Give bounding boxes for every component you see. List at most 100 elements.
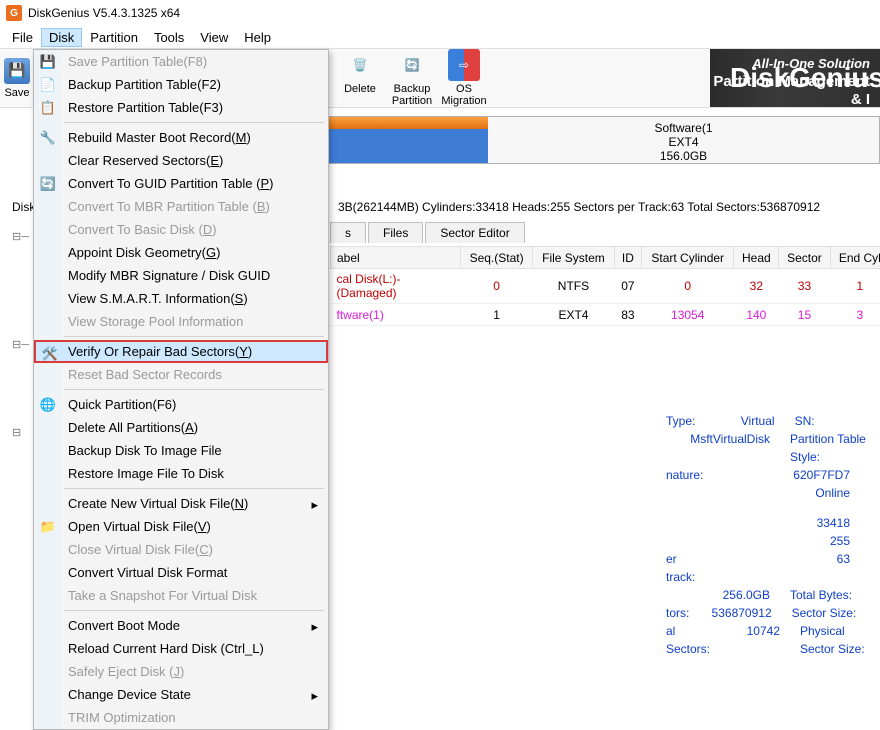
col-end-cyl[interactable]: End Cyl bbox=[830, 247, 880, 269]
menu-convert-mbr[interactable]: Convert To MBR Partition Table (B) bbox=[34, 195, 328, 218]
menu-quick-partition[interactable]: 🌐 Quick Partition(F6) bbox=[34, 393, 328, 416]
detail-total-bytes-label: Total Bytes: bbox=[790, 586, 870, 604]
detail-tors-label: tors: bbox=[666, 604, 689, 622]
menu-restore-partition-table[interactable]: 📋 Restore Partition Table(F3) bbox=[34, 96, 328, 119]
col-label[interactable]: abel bbox=[331, 247, 461, 269]
menu-convert-basic[interactable]: Convert To Basic Disk (D) bbox=[34, 218, 328, 241]
tab-partitions-partial[interactable]: s bbox=[330, 222, 366, 243]
menu-modify-mbr-sig[interactable]: Modify MBR Signature / Disk GUID bbox=[34, 264, 328, 287]
menu-open-virtual-disk[interactable]: 📁 Open Virtual Disk File(V) bbox=[34, 515, 328, 538]
menu-rebuild-mbr[interactable]: 🔧 Rebuild Master Boot Record(M) bbox=[34, 126, 328, 149]
disk-details-panel: Type: Virtual SN: MsftVirtualDisk Partit… bbox=[660, 392, 876, 664]
os-migration-label: OS Migration bbox=[440, 83, 488, 107]
col-fs[interactable]: File System bbox=[533, 247, 615, 269]
brand-banner: DiskGenius All-In-One Solution Partition… bbox=[490, 49, 880, 107]
detail-al-sectors-value: 10742 bbox=[710, 622, 800, 658]
menu-partition[interactable]: Partition bbox=[82, 28, 146, 47]
detail-tors-value: 536870912 bbox=[689, 604, 791, 622]
detail-type-value: Virtual bbox=[695, 412, 794, 430]
menu-view[interactable]: View bbox=[192, 28, 236, 47]
menu-take-snapshot[interactable]: Take a Snapshot For Virtual Disk bbox=[34, 584, 328, 607]
toolbar-save-button[interactable]: Save bbox=[0, 48, 34, 108]
restore-icon: 📋 bbox=[39, 99, 57, 117]
repair-icon: 🔧 bbox=[39, 129, 57, 147]
detail-sn-label: SN: bbox=[795, 412, 870, 430]
col-sector[interactable]: Sector bbox=[779, 247, 830, 269]
convert-icon: 🔄 bbox=[39, 175, 57, 193]
col-id[interactable]: ID bbox=[614, 247, 641, 269]
folder-icon: 📁 bbox=[39, 518, 57, 536]
menu-disk[interactable]: Disk bbox=[41, 28, 82, 47]
menu-reload-hard-disk[interactable]: Reload Current Hard Disk (Ctrl_L) bbox=[34, 637, 328, 660]
col-start-cyl[interactable]: Start Cylinder bbox=[642, 247, 734, 269]
tree-node-icon[interactable]: ⊟─ bbox=[12, 338, 29, 351]
toolbar-backup-partition-button[interactable]: 🔄 Backup Partition bbox=[386, 45, 438, 111]
col-seq[interactable]: Seq.(Stat) bbox=[461, 247, 533, 269]
disk-menu-dropdown: 💾 Save Partition Table(F8) 📄 Backup Part… bbox=[33, 49, 329, 730]
menu-restore-disk-image[interactable]: Restore Image File To Disk bbox=[34, 462, 328, 485]
detail-sector-size-label: Sector Size: bbox=[792, 604, 870, 622]
toolbar-delete-button[interactable]: 🗑️ Delete bbox=[334, 45, 386, 111]
menu-clear-reserved-sectors[interactable]: Clear Reserved Sectors(E) bbox=[34, 149, 328, 172]
menu-view-smart[interactable]: View S.M.A.R.T. Information(S) bbox=[34, 287, 328, 310]
menu-verify-repair-bad-sectors[interactable]: 🛠️ Verify Or Repair Bad Sectors(Y) bbox=[34, 340, 328, 363]
detail-heads-value: 255 bbox=[701, 532, 870, 550]
menu-appoint-geometry[interactable]: Appoint Disk Geometry(G) bbox=[34, 241, 328, 264]
tools-icon: 🛠️ bbox=[41, 345, 59, 363]
detail-nature-label: nature: bbox=[666, 466, 703, 484]
menu-help[interactable]: Help bbox=[236, 28, 279, 47]
backup-partition-label: Backup Partition bbox=[388, 83, 436, 107]
menu-safely-eject[interactable]: Safely Eject Disk (J) bbox=[34, 660, 328, 683]
menu-backup-partition-table[interactable]: 📄 Backup Partition Table(F2) bbox=[34, 73, 328, 96]
menu-file[interactable]: File bbox=[4, 28, 41, 47]
save-icon: 💾 bbox=[39, 53, 57, 71]
detail-cyl-value: 33418 bbox=[701, 514, 870, 532]
save-icon bbox=[4, 58, 30, 84]
globe-icon: 🌐 bbox=[39, 396, 57, 414]
detail-pts-label: Partition Table Style: bbox=[790, 430, 870, 466]
tree-node-icon[interactable]: ⊟ bbox=[12, 426, 21, 439]
detail-track-label: er track: bbox=[666, 550, 701, 586]
chevron-right-icon: ▸ bbox=[311, 619, 318, 635]
detail-nature-value: 620F7FD7 bbox=[703, 466, 870, 484]
menu-reset-bad-sectors[interactable]: Reset Bad Sector Records bbox=[34, 363, 328, 386]
col-head[interactable]: Head bbox=[734, 247, 779, 269]
menu-change-device-state[interactable]: Change Device State ▸ bbox=[34, 683, 328, 706]
detail-model-value: MsftVirtualDisk bbox=[686, 430, 790, 466]
toolbar-os-migration-button[interactable]: ⇨ OS Migration bbox=[438, 45, 490, 111]
disk-info-line: 3B(262144MB) Cylinders:33418 Heads:255 S… bbox=[334, 196, 820, 218]
window-title: DiskGenius V5.4.3.1325 x64 bbox=[28, 6, 180, 20]
tab-sector-editor[interactable]: Sector Editor bbox=[425, 222, 524, 243]
partition-seg2-fs: EXT4 bbox=[488, 135, 879, 149]
detail-phys-sector-label: Physical Sector Size: bbox=[800, 622, 870, 658]
menu-convert-virtual-format[interactable]: Convert Virtual Disk Format bbox=[34, 561, 328, 584]
menu-trim-optimization[interactable]: TRIM Optimization bbox=[34, 706, 328, 729]
partition-seg2-size: 156.0GB bbox=[488, 149, 879, 163]
menu-delete-all-partitions[interactable]: Delete All Partitions(A) bbox=[34, 416, 328, 439]
detail-status-value: Online bbox=[701, 484, 870, 502]
menu-backup-disk-image[interactable]: Backup Disk To Image File bbox=[34, 439, 328, 462]
menu-create-virtual-disk[interactable]: Create New Virtual Disk File(N) ▸ bbox=[34, 492, 328, 515]
menu-tools[interactable]: Tools bbox=[146, 28, 192, 47]
disk-label-left: Disk bbox=[8, 196, 35, 218]
menu-save-partition-table[interactable]: 💾 Save Partition Table(F8) bbox=[34, 50, 328, 73]
menu-convert-boot-mode[interactable]: Convert Boot Mode ▸ bbox=[34, 614, 328, 637]
menu-convert-guid[interactable]: 🔄 Convert To GUID Partition Table (P) bbox=[34, 172, 328, 195]
brand-tagline-1: All-In-One Solution bbox=[710, 55, 870, 73]
tree-node-icon[interactable]: ⊟─ bbox=[12, 230, 29, 243]
partition-table: abel Seq.(Stat) File System ID Start Cyl… bbox=[330, 246, 880, 326]
trash-icon: 🗑️ bbox=[344, 49, 376, 81]
brand-tagline-2: Partition Management & I bbox=[710, 73, 870, 107]
chevron-right-icon: ▸ bbox=[311, 688, 318, 704]
detail-al-sectors-label: al Sectors: bbox=[666, 622, 710, 658]
title-bar: G DiskGenius V5.4.3.1325 x64 bbox=[0, 0, 880, 26]
menu-view-storage-pool[interactable]: View Storage Pool Information bbox=[34, 310, 328, 333]
detail-cap-value: 256.0GB bbox=[686, 586, 790, 604]
backup-icon: 🔄 bbox=[396, 49, 428, 81]
detail-type-label: Type: bbox=[666, 412, 695, 430]
table-row[interactable]: ftware(1) 1 EXT4 83 13054 140 15 3 bbox=[331, 304, 880, 326]
table-row[interactable]: cal Disk(L:)-(Damaged) 0 NTFS 07 0 32 33… bbox=[331, 269, 880, 304]
menu-close-virtual-disk[interactable]: Close Virtual Disk File(C) bbox=[34, 538, 328, 561]
tab-files[interactable]: Files bbox=[368, 222, 423, 243]
table-icon: 📄 bbox=[39, 76, 57, 94]
